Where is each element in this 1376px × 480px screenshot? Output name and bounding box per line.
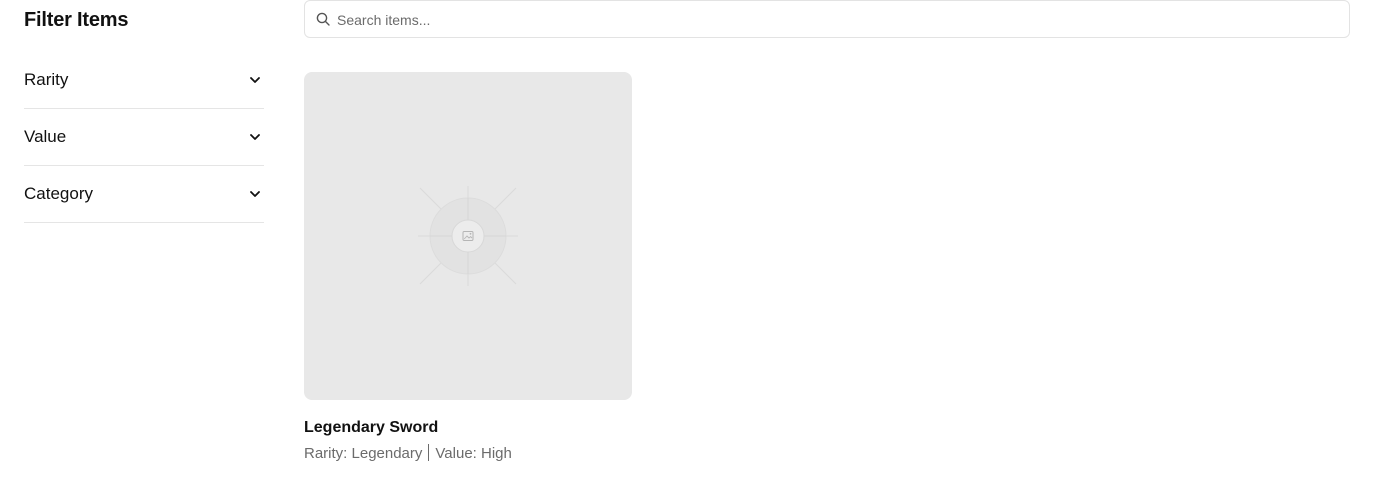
item-image[interactable] — [304, 72, 632, 400]
chevron-down-icon[interactable] — [248, 187, 262, 201]
filter-value-label: Value — [24, 127, 67, 146]
chevron-down-icon[interactable] — [248, 130, 262, 144]
item-rarity: Rarity: Legendary — [304, 445, 423, 462]
item-name: Legendary Sword — [304, 419, 439, 436]
image-placeholder-icon — [418, 186, 518, 286]
search-icon — [316, 12, 330, 26]
filter-rarity[interactable]: Rarity — [24, 52, 264, 109]
item-value: Value: High — [435, 445, 512, 462]
item-card[interactable]: Legendary Sword Rarity: Legendary Value: … — [304, 72, 632, 462]
sidebar-title: Filter Items — [24, 9, 129, 31]
search-input[interactable] — [337, 1, 1337, 39]
filter-category-label: Category — [24, 184, 93, 203]
chevron-down-icon[interactable] — [248, 73, 262, 87]
filter-list: Rarity Value Category — [24, 52, 264, 223]
filter-rarity-label: Rarity — [24, 70, 69, 89]
filter-category[interactable]: Category — [24, 166, 264, 223]
filter-value[interactable]: Value — [24, 109, 264, 166]
search-box[interactable] — [304, 0, 1350, 39]
meta-separator — [428, 444, 430, 461]
page: Filter Items Rarity Value Category Searc… — [0, 0, 1376, 480]
item-meta: Rarity: Legendary Value: High — [304, 444, 512, 462]
